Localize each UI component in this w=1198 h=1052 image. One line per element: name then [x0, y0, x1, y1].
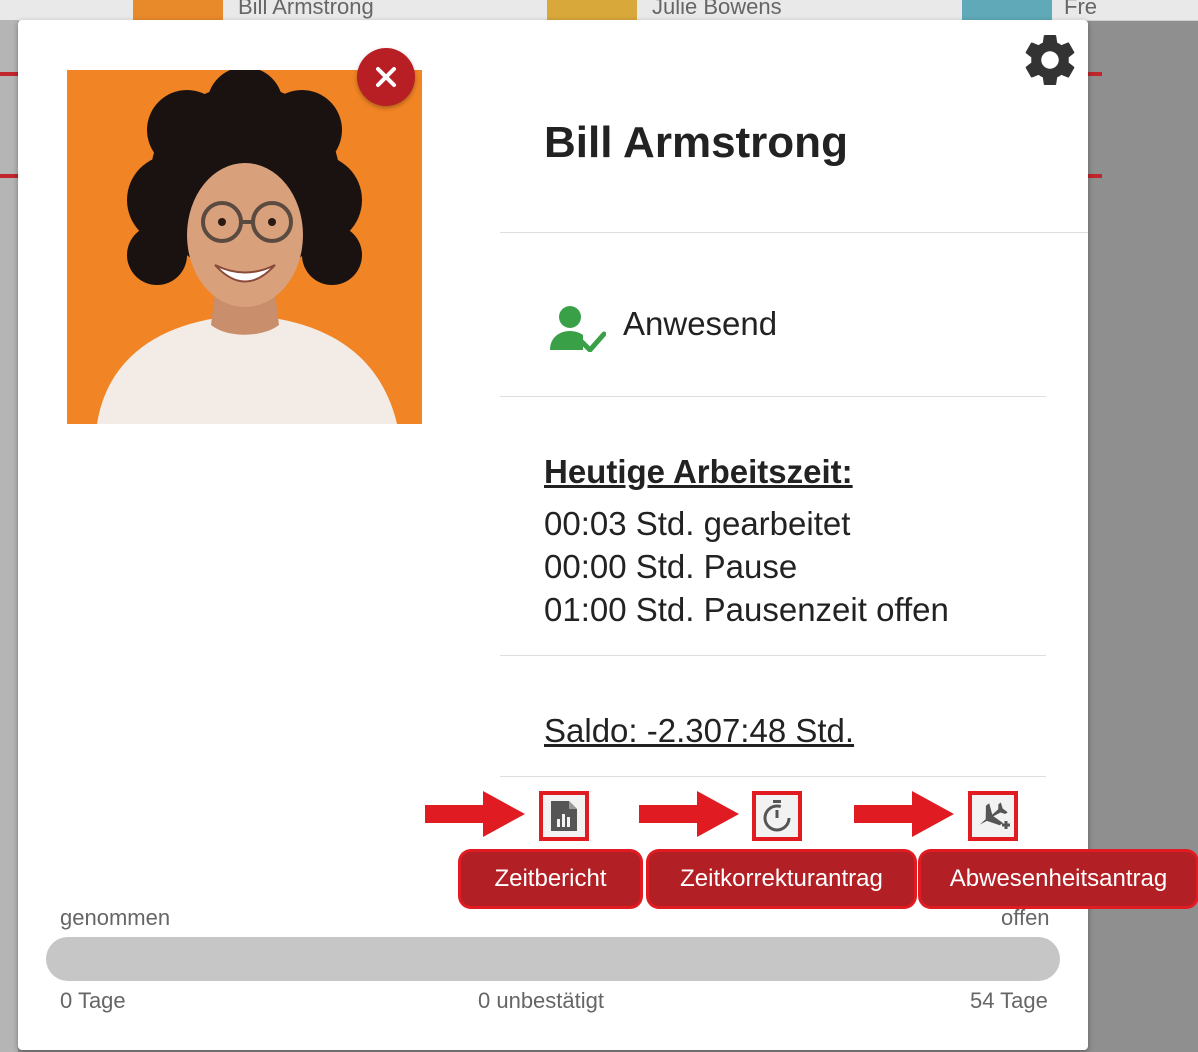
report-icon: [551, 801, 577, 831]
gear-icon[interactable]: [1020, 30, 1080, 90]
vacation-unconfirmed: 0 unbestätigt: [478, 988, 604, 1013]
background-card-name: Julie Bowens: [652, 0, 782, 19]
close-button[interactable]: [357, 48, 415, 106]
vacation-remaining-days: 54 Tage: [970, 988, 1048, 1013]
background-avatar: [962, 0, 1052, 20]
vacation-taken-days: 0 Tage: [60, 988, 126, 1013]
vacation-taken-label: genommen: [60, 905, 171, 930]
time-report-icon-button[interactable]: [539, 791, 589, 841]
background-divider: [0, 174, 18, 178]
background-card-name: Fre: [1064, 0, 1097, 19]
background-divider: [1088, 174, 1102, 178]
divider: [500, 232, 1088, 233]
divider: [500, 655, 1046, 656]
background-card-name: Bill Armstrong: [238, 0, 374, 19]
absence-request-button[interactable]: Abwesenheitsantrag: [921, 852, 1196, 906]
time-correction-request-button[interactable]: Zeitkorrekturantrag: [649, 852, 914, 906]
vacation-open-label: offen: [1001, 905, 1050, 930]
absence-request-icon-button[interactable]: [968, 791, 1018, 841]
worktime-title: Heutige Arbeitszeit:: [544, 453, 853, 490]
time-report-button[interactable]: Zeitbericht: [461, 852, 640, 906]
employee-name: Bill Armstrong: [544, 118, 848, 167]
flight-add-icon: [979, 802, 1010, 829]
arrow-annotation: [854, 791, 954, 837]
background-avatar: [547, 0, 637, 20]
divider: [500, 776, 1046, 777]
background-card-strip: Bill Armstrong Julie Bowens Fre: [0, 0, 1198, 21]
status-label: Anwesend: [623, 305, 778, 342]
worktime-break: 00:00 Std. Pause: [544, 548, 798, 585]
time-correction-icon-button[interactable]: [752, 791, 802, 841]
person-check-icon: [550, 306, 606, 352]
background-divider: [0, 72, 18, 76]
stopwatch-icon: [763, 800, 791, 832]
worktime-break-open: 01:00 Std. Pausenzeit offen: [544, 591, 949, 628]
worktime-worked: 00:03 Std. gearbeitet: [544, 505, 851, 542]
divider: [500, 396, 1046, 397]
background-divider: [1088, 72, 1102, 76]
background-avatar: [133, 0, 223, 20]
profile-photo: [67, 70, 422, 424]
arrow-annotation: [425, 791, 525, 837]
saldo-link[interactable]: Saldo: -2.307:48 Std.: [544, 712, 854, 750]
close-icon: [376, 67, 396, 87]
vacation-progress-bar: [46, 937, 1060, 981]
arrow-annotation: [639, 791, 739, 837]
